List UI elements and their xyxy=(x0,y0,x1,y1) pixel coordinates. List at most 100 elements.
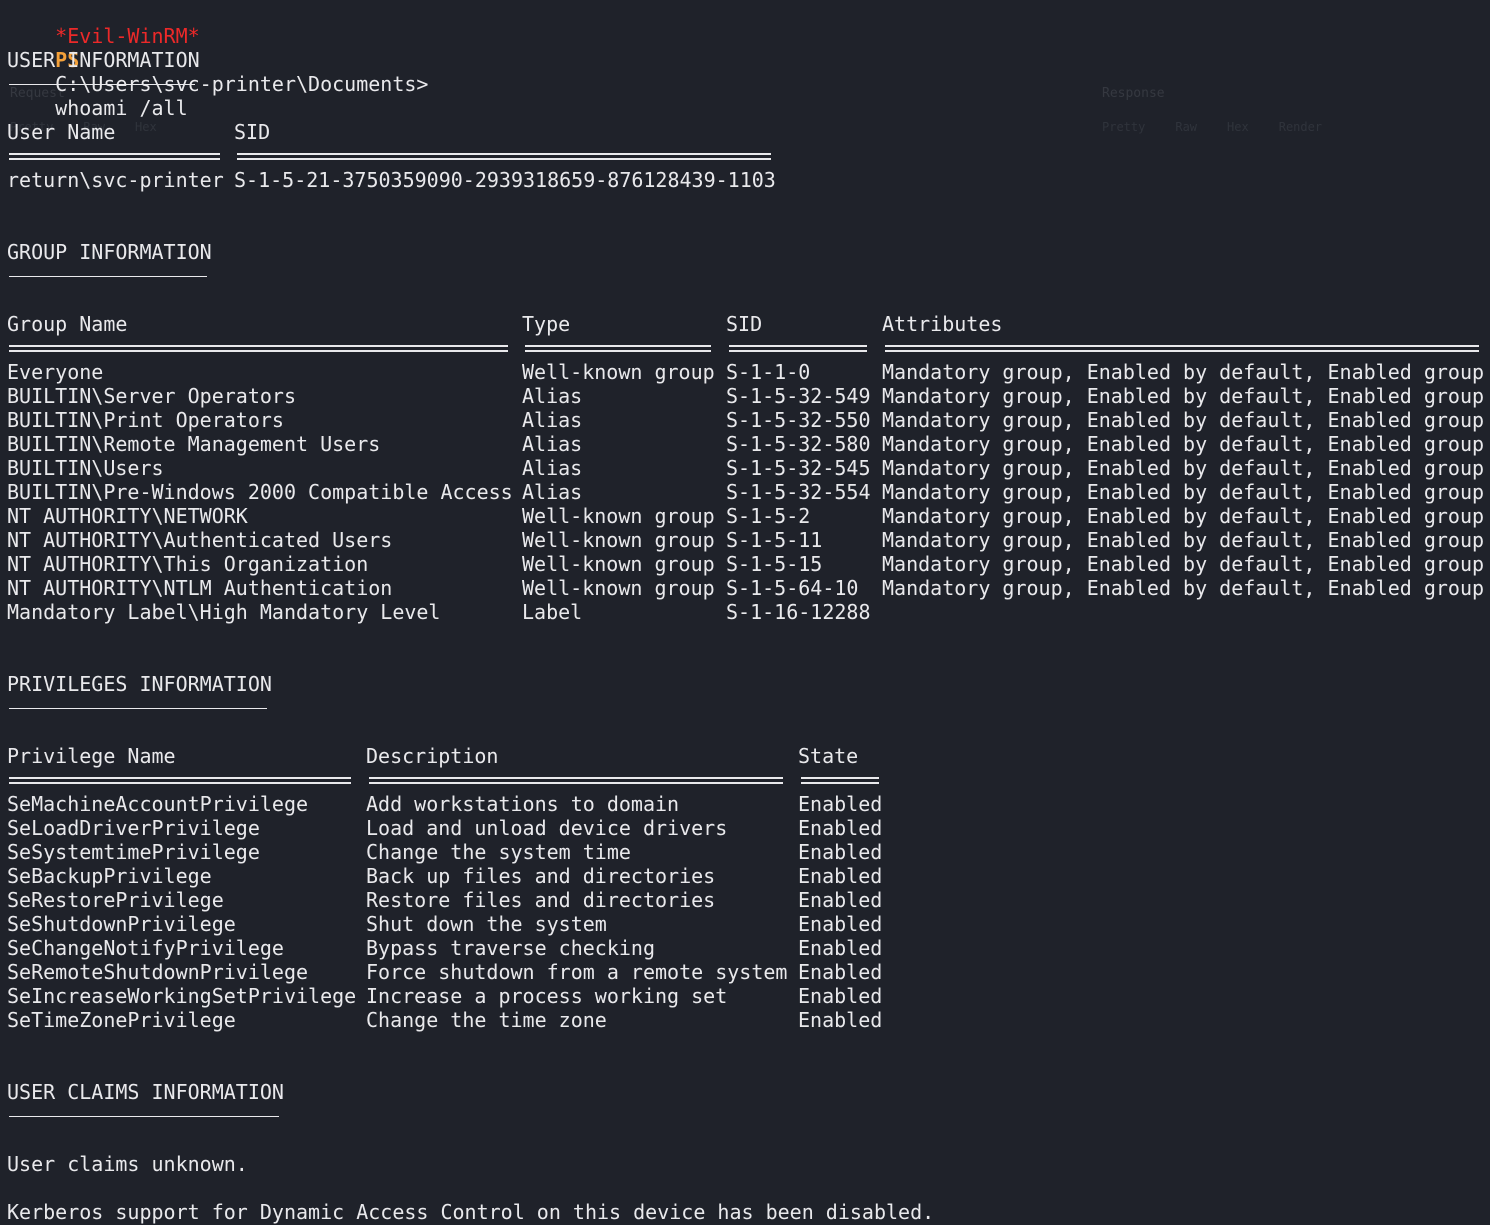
table-row: NT AUTHORITY\Authenticated Users Well-kn… xyxy=(7,528,1487,552)
table-row: SeShutdownPrivilege Shut down the system… xyxy=(7,912,907,936)
privilege-state-cell: Enabled xyxy=(798,792,883,816)
privilege-description-cell: Shut down the system xyxy=(366,912,607,936)
table-row: NT AUTHORITY\NTLM Authentication Well-kn… xyxy=(7,576,1487,600)
group-type-cell: Well-known group xyxy=(522,528,715,552)
privilege-description-cell: Add workstations to domain xyxy=(366,792,680,816)
claims-info-heading: USER CLAIMS INFORMATION xyxy=(7,1080,284,1104)
table-row: SeIncreaseWorkingSetPrivilege Increase a… xyxy=(7,984,907,1008)
privilege-name-cell: SeShutdownPrivilege xyxy=(7,912,236,936)
privilege-name-cell: SeIncreaseWorkingSetPrivilege xyxy=(7,984,357,1008)
group-attributes-cell: Mandatory group, Enabled by default, Ena… xyxy=(882,432,1485,456)
group-rule-attributes xyxy=(885,345,1479,352)
privilege-description-cell: Back up files and directories xyxy=(366,864,716,888)
privilege-name-cell: SeBackupPrivilege xyxy=(7,864,212,888)
column-group-sid: SID xyxy=(726,312,763,336)
table-row: Mandatory Label\High Mandatory Level Lab… xyxy=(7,600,1487,624)
privilege-description-cell: Increase a process working set xyxy=(366,984,728,1008)
privilege-state-cell: Enabled xyxy=(798,816,883,840)
privileges-info-heading: PRIVILEGES INFORMATION xyxy=(7,672,272,696)
group-type-cell: Alias xyxy=(522,408,583,432)
privileges-info-heading-rule xyxy=(9,708,267,709)
group-attributes-cell: Mandatory group, Enabled by default, Ena… xyxy=(882,552,1485,576)
privilege-description-cell: Restore files and directories xyxy=(366,888,716,912)
table-row: SeLoadDriverPrivilege Load and unload de… xyxy=(7,816,907,840)
table-row: NT AUTHORITY\This Organization Well-know… xyxy=(7,552,1487,576)
group-sid-cell: S-1-5-11 xyxy=(726,528,823,552)
privilege-state-cell: Enabled xyxy=(798,936,883,960)
privilege-description-cell: Change the system time xyxy=(366,840,631,864)
user-info-header-row: User Name SID xyxy=(7,120,907,144)
table-row: SeSystemtimePrivilege Change the system … xyxy=(7,840,907,864)
claims-info-line: User claims unknown. xyxy=(7,1152,248,1176)
table-row: SeChangeNotifyPrivilege Bypass traverse … xyxy=(7,936,907,960)
table-row: SeRestorePrivilege Restore files and dir… xyxy=(7,888,907,912)
privilege-name-cell: SeChangeNotifyPrivilege xyxy=(7,936,284,960)
group-sid-cell: S-1-5-64-10 xyxy=(726,576,859,600)
privilege-state-cell: Enabled xyxy=(798,912,883,936)
group-attributes-cell: Mandatory group, Enabled by default, Ena… xyxy=(882,360,1485,384)
column-type: Type xyxy=(522,312,571,336)
group-sid-cell: S-1-1-0 xyxy=(726,360,811,384)
privilege-name-cell: SeMachineAccountPrivilege xyxy=(7,792,309,816)
group-attributes-cell: Mandatory group, Enabled by default, Ena… xyxy=(882,504,1485,528)
group-attributes-cell: Mandatory group, Enabled by default, Ena… xyxy=(882,480,1485,504)
group-attributes-cell: Mandatory group, Enabled by default, Ena… xyxy=(882,576,1485,600)
group-type-cell: Label xyxy=(522,600,583,624)
group-type-cell: Alias xyxy=(522,432,583,456)
column-state: State xyxy=(798,744,859,768)
group-rule-type xyxy=(525,345,711,352)
group-attributes-cell: Mandatory group, Enabled by default, Ena… xyxy=(882,456,1485,480)
group-name-cell: BUILTIN\Pre-Windows 2000 Compatible Acce… xyxy=(7,480,513,504)
table-row: Everyone Well-known group S-1-1-0 Mandat… xyxy=(7,360,1487,384)
privilege-description-cell: Bypass traverse checking xyxy=(366,936,655,960)
table-row: BUILTIN\Remote Management Users Alias S-… xyxy=(7,432,1487,456)
group-name-cell: NT AUTHORITY\Authenticated Users xyxy=(7,528,393,552)
privilege-state-cell: Enabled xyxy=(798,864,883,888)
column-sid: SID xyxy=(234,120,271,144)
group-name-cell: BUILTIN\Users xyxy=(7,456,164,480)
group-info-heading: GROUP INFORMATION xyxy=(7,240,212,264)
group-name-cell: NT AUTHORITY\This Organization xyxy=(7,552,369,576)
table-row: BUILTIN\Pre-Windows 2000 Compatible Acce… xyxy=(7,480,1487,504)
table-row: return\svc-printer S-1-5-21-3750359090-2… xyxy=(7,168,907,192)
group-sid-cell: S-1-5-32-549 xyxy=(726,384,871,408)
claims-info-heading-rule xyxy=(9,1116,279,1117)
group-sid-cell: S-1-5-32-550 xyxy=(726,408,871,432)
kerberos-line: Kerberos support for Dynamic Access Cont… xyxy=(7,1200,935,1224)
table-row: SeTimeZonePrivilege Change the time zone… xyxy=(7,1008,907,1032)
user-info-heading: USER INFORMATION xyxy=(7,48,200,72)
privilege-name-cell: SeTimeZonePrivilege xyxy=(7,1008,236,1032)
group-type-cell: Well-known group xyxy=(522,576,715,600)
group-sid-cell: S-1-5-32-580 xyxy=(726,432,871,456)
table-row: BUILTIN\Users Alias S-1-5-32-545 Mandato… xyxy=(7,456,1487,480)
privilege-name-cell: SeSystemtimePrivilege xyxy=(7,840,260,864)
group-info-heading-rule xyxy=(9,276,207,277)
group-name-cell: Everyone xyxy=(7,360,104,384)
table-row: BUILTIN\Server Operators Alias S-1-5-32-… xyxy=(7,384,1487,408)
privilege-state-cell: Enabled xyxy=(798,1008,883,1032)
privilege-rule-description xyxy=(369,777,783,784)
prompt-line: *Evil-WinRM* PS C:\Users\svc-printer\Doc… xyxy=(7,0,428,120)
user-info-rule-name xyxy=(9,153,220,160)
privilege-name-cell: SeRestorePrivilege xyxy=(7,888,224,912)
group-type-cell: Alias xyxy=(522,480,583,504)
column-user-name: User Name xyxy=(7,120,116,144)
privilege-state-cell: Enabled xyxy=(798,888,883,912)
privilege-description-cell: Load and unload device drivers xyxy=(366,816,728,840)
group-attributes-cell: Mandatory group, Enabled by default, Ena… xyxy=(882,528,1485,552)
group-sid-cell: S-1-5-32-554 xyxy=(726,480,871,504)
table-row: BUILTIN\Print Operators Alias S-1-5-32-5… xyxy=(7,408,1487,432)
privileges-header-row: Privilege Name Description State xyxy=(7,744,907,768)
privilege-state-cell: Enabled xyxy=(798,984,883,1008)
table-row: NT AUTHORITY\NETWORK Well-known group S-… xyxy=(7,504,1487,528)
prompt-mode: *Evil-WinRM* xyxy=(55,24,200,48)
group-sid-cell: S-1-5-32-545 xyxy=(726,456,871,480)
group-attributes-cell: Mandatory group, Enabled by default, Ena… xyxy=(882,408,1485,432)
group-type-cell: Well-known group xyxy=(522,360,715,384)
group-attributes-cell: Mandatory group, Enabled by default, Ena… xyxy=(882,384,1485,408)
user-name-value: return\svc-printer xyxy=(7,168,224,192)
privilege-description-cell: Force shutdown from a remote system xyxy=(366,960,788,984)
group-name-cell: NT AUTHORITY\NETWORK xyxy=(7,504,248,528)
group-name-cell: BUILTIN\Print Operators xyxy=(7,408,284,432)
group-name-cell: BUILTIN\Remote Management Users xyxy=(7,432,381,456)
